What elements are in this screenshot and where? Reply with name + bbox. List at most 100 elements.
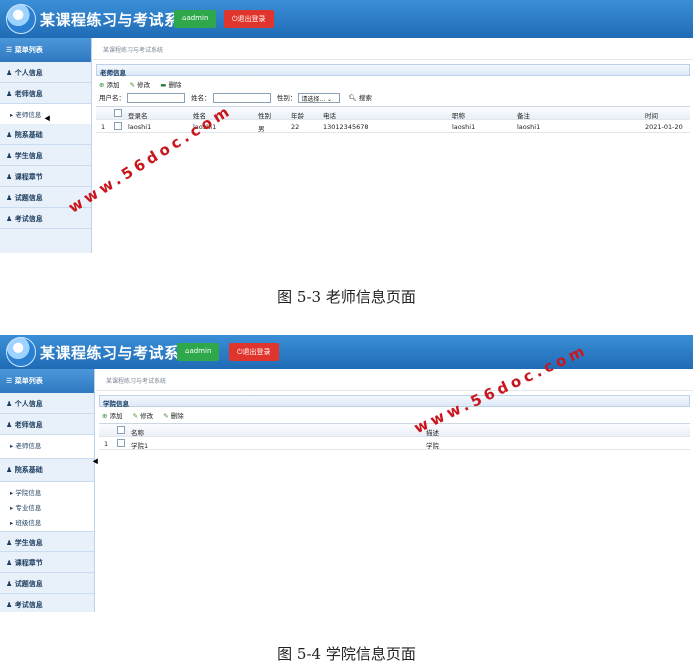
user-icon: ♟ [6,131,15,139]
column-header: 性别 [258,112,271,120]
toolbar: ⊕ 添加 ✎ 修改 ✎ 删除 [96,407,693,421]
pencil-icon: ✎ [163,412,169,420]
table-cell: 男 [258,125,265,133]
delete-icon: ▬ [160,81,167,89]
menu-item-chapter[interactable]: ♟ 课程章节 [0,552,94,573]
screenshot-teacher-info: 某课程练习与考试系统 ⌂admin ⏻退出登录 ☰ 菜单列表 ♟ 个人信息 ♟ … [0,0,693,253]
name-label: 姓名： [191,94,211,102]
table-cell: 22 [291,123,300,131]
menu-item-department[interactable]: ♟ 院系基础 [0,124,91,145]
submenu-class-info[interactable]: ▸ 班级信息 [0,514,94,529]
breadcrumb: 某课程练习与考试系统 [96,369,693,391]
admin-button[interactable]: ⌂admin [177,343,220,361]
delete-button[interactable]: ✎ 删除 [163,412,184,420]
table-header-row: 名称 描述 [99,424,690,437]
user-icon: ♟ [6,215,15,223]
toolbar: ⊕ 添加 ✎ 修改 ▬ 删除 [93,76,693,90]
logout-button[interactable]: ⏻退出登录 [224,10,274,28]
logout-button[interactable]: ⏻退出登录 [229,343,279,361]
pencil-icon: ✎ [129,81,136,89]
panel-title: 学院信息 [99,395,690,408]
app-title: 某课程练习与考试系统 [40,344,196,362]
logout-label: 退出登录 [237,15,266,23]
menu-head: ☰ 菜单列表 [0,369,94,393]
username-label: 用户名： [99,94,125,102]
user-icon: ♟ [6,69,15,77]
figure-caption: 图 5-4 学院信息页面 [277,645,416,663]
column-header: 年龄 [291,112,304,120]
row-checkbox[interactable] [114,122,122,130]
edit-button[interactable]: ✎ 修改 [130,81,151,89]
table-cell: laoshi1 [452,123,476,131]
select-all-checkbox[interactable] [117,426,125,434]
add-icon: ⊕ [102,412,108,420]
add-button[interactable]: ⊕ 添加 [99,81,120,89]
admin-button[interactable]: ⌂admin [174,10,217,28]
menu-item-personal[interactable]: ♟ 个人信息 [0,393,94,414]
column-header: 时间 [645,112,658,120]
menu-item-exam[interactable]: ♟ 考试信息 [0,594,94,612]
column-header: 职称 [452,112,465,120]
add-icon: ⊕ [99,81,105,89]
list-icon: ☰ [6,377,15,385]
menu-item-student[interactable]: ♟ 学生信息 [0,531,94,552]
table-cell: 2021-01-20 [645,123,683,131]
admin-label: admin [186,14,209,22]
menu-item-personal[interactable]: ♟ 个人信息 [0,62,91,83]
table-header-row: 登录名 姓名 性别 年龄 电话 职称 备注 时间 [96,107,690,120]
menu-item-teacher[interactable]: ♟ 老师信息 [0,414,94,435]
table-cell: 学院 [426,442,439,450]
panel-title: 老师信息 [96,64,690,77]
user-icon: ♟ [6,559,15,567]
select-all-checkbox[interactable] [114,109,122,117]
user-icon: ♟ [6,539,15,547]
column-header: 名称 [131,429,144,437]
department-submenu: ▸ 学院信息 ▸ 专业信息 ▸ 班级信息 [0,482,94,531]
chevron-down-icon: ⌄ [327,96,333,103]
user-icon: ♟ [6,421,15,429]
logo-icon [6,4,36,34]
pencil-icon: ✎ [132,412,139,420]
user-icon: ♟ [6,90,15,98]
menu-item-department[interactable]: ♟ 院系基础 [0,458,94,482]
edit-button[interactable]: ✎ 修改 [133,412,154,420]
username-input[interactable] [127,93,186,103]
delete-button[interactable]: ▬ 删除 [160,81,181,89]
admin-label: admin [189,347,212,355]
gender-label: 性别： [276,94,297,102]
submenu-major-info[interactable]: ▸ 专业信息 [0,499,94,514]
row-checkbox[interactable] [117,439,125,447]
sidebar: ☰ 菜单列表 ♟ 个人信息 ♟ 老师信息 ▸ 老师信息 ♟ 院系基础 ▸ 学院信… [0,369,95,612]
breadcrumb: 某课程练习与考试系统 [93,38,693,60]
menu-item-question[interactable]: ♟ 试题信息 [0,573,94,594]
logo-icon [6,337,36,367]
user-icon: ♟ [6,580,15,588]
add-button[interactable]: ⊕ 添加 [102,412,123,420]
menu-item-student[interactable]: ♟ 学生信息 [0,145,91,166]
table-cell: 13012345678 [323,123,369,131]
main-content: 某课程练习与考试系统 学院信息 ⊕ 添加 ✎ 修改 ✎ 删除 名称 描述 1 学… [96,369,693,612]
user-icon: ♟ [6,400,15,408]
table-row[interactable]: 1 学院1 学院 [99,437,690,450]
figure-caption: 图 5-3 老师信息页面 [277,288,416,306]
app-title: 某课程练习与考试系统 [40,11,196,29]
user-icon: ♟ [6,152,15,160]
logout-label: 退出登录 [242,348,271,356]
submenu-college-info[interactable]: ▸ 学院信息 [0,484,94,499]
app-header: 某课程练习与考试系统 ⌂admin ⏻退出登录 [0,0,693,38]
menu-item-teacher[interactable]: ♟ 老师信息 [0,83,91,104]
menu-head: ☰ 菜单列表 [0,38,91,62]
screenshot-college-info: 某课程练习与考试系统 ⌂admin ⏻退出登录 ☰ 菜单列表 ♟ 个人信息 ♟ … [0,335,693,612]
gender-select[interactable]: 请选择... ⌄ [298,93,341,103]
table-cell: laoshi1 [128,123,152,131]
search-button[interactable]: 🔍︎ 搜索 [348,94,371,102]
filter-bar: 用户名： 姓名： 性别： 请选择... ⌄ 🔍︎ 搜索 [93,90,693,104]
table-cell: 学院1 [131,442,149,450]
search-icon: 🔍︎ [348,94,357,102]
name-input[interactable] [212,93,271,103]
menu-item-chapter[interactable]: ♟ 课程章节 [0,166,91,187]
submenu-teacher-info[interactable]: ▸ 老师信息 [0,435,94,458]
college-table: 名称 描述 1 学院1 学院 [99,423,690,450]
user-icon: ♟ [6,466,15,474]
user-icon: ♟ [6,194,15,202]
